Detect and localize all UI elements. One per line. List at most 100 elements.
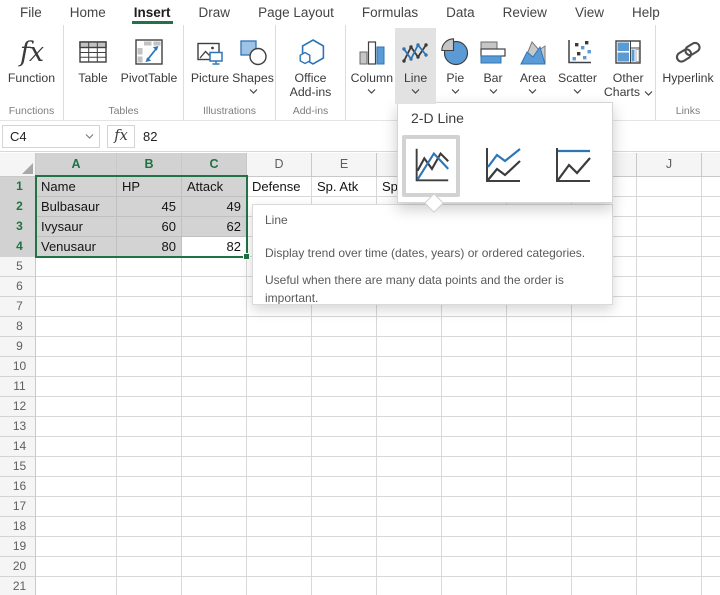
cell-I19[interactable] bbox=[572, 537, 637, 557]
line-option-selected[interactable] bbox=[402, 135, 460, 197]
cell-D8[interactable] bbox=[247, 317, 312, 337]
cell-A10[interactable] bbox=[36, 357, 117, 377]
row-header-14[interactable]: 14 bbox=[0, 437, 36, 457]
cell-A20[interactable] bbox=[36, 557, 117, 577]
cell-G9[interactable] bbox=[442, 337, 507, 357]
cell-H12[interactable] bbox=[507, 397, 572, 417]
select-all-button[interactable] bbox=[0, 153, 36, 177]
cell-H16[interactable] bbox=[507, 477, 572, 497]
tab-view[interactable]: View bbox=[561, 0, 618, 25]
tab-formulas[interactable]: Formulas bbox=[348, 0, 432, 25]
cell-D9[interactable] bbox=[247, 337, 312, 357]
row-header-7[interactable]: 7 bbox=[0, 297, 36, 317]
cell-partial[interactable] bbox=[702, 537, 720, 557]
cell-J15[interactable] bbox=[637, 457, 702, 477]
cell-F18[interactable] bbox=[377, 517, 442, 537]
cell-H8[interactable] bbox=[507, 317, 572, 337]
cell-partial[interactable] bbox=[702, 217, 720, 237]
cell-J3[interactable] bbox=[637, 217, 702, 237]
cell-C18[interactable] bbox=[182, 517, 247, 537]
cell-H11[interactable] bbox=[507, 377, 572, 397]
cell-G8[interactable] bbox=[442, 317, 507, 337]
cell-B13[interactable] bbox=[117, 417, 182, 437]
cell-G15[interactable] bbox=[442, 457, 507, 477]
hyperlink-button[interactable]: Hyperlink bbox=[658, 28, 718, 103]
cell-A2[interactable]: Bulbasaur bbox=[36, 197, 117, 217]
row-header-21[interactable]: 21 bbox=[0, 577, 36, 595]
cell-B19[interactable] bbox=[117, 537, 182, 557]
cell-D16[interactable] bbox=[247, 477, 312, 497]
cell-A19[interactable] bbox=[36, 537, 117, 557]
cell-F10[interactable] bbox=[377, 357, 442, 377]
cell-I9[interactable] bbox=[572, 337, 637, 357]
row-header-11[interactable]: 11 bbox=[0, 377, 36, 397]
cell-partial[interactable] bbox=[702, 377, 720, 397]
cell-F9[interactable] bbox=[377, 337, 442, 357]
cell-C10[interactable] bbox=[182, 357, 247, 377]
tab-help[interactable]: Help bbox=[618, 0, 674, 25]
cell-H20[interactable] bbox=[507, 557, 572, 577]
row-header-18[interactable]: 18 bbox=[0, 517, 36, 537]
cell-partial[interactable] bbox=[702, 177, 720, 197]
insert-function-button[interactable]: fx bbox=[107, 125, 135, 148]
cell-C14[interactable] bbox=[182, 437, 247, 457]
tab-review[interactable]: Review bbox=[489, 0, 561, 25]
cell-B20[interactable] bbox=[117, 557, 182, 577]
cell-B5[interactable] bbox=[117, 257, 182, 277]
cell-B12[interactable] bbox=[117, 397, 182, 417]
cell-H19[interactable] bbox=[507, 537, 572, 557]
cell-F20[interactable] bbox=[377, 557, 442, 577]
cell-I12[interactable] bbox=[572, 397, 637, 417]
cell-E15[interactable] bbox=[312, 457, 377, 477]
column-header-C[interactable]: C bbox=[182, 153, 247, 177]
column-header-partial[interactable] bbox=[702, 153, 720, 177]
tab-page-layout[interactable]: Page Layout bbox=[244, 0, 348, 25]
cell-J7[interactable] bbox=[637, 297, 702, 317]
cell-E1[interactable]: Sp. Atk bbox=[312, 177, 377, 197]
cell-C7[interactable] bbox=[182, 297, 247, 317]
cell-D21[interactable] bbox=[247, 577, 312, 595]
row-header-13[interactable]: 13 bbox=[0, 417, 36, 437]
cell-D10[interactable] bbox=[247, 357, 312, 377]
cell-I16[interactable] bbox=[572, 477, 637, 497]
tab-data[interactable]: Data bbox=[432, 0, 489, 25]
row-header-4[interactable]: 4 bbox=[0, 237, 36, 257]
cell-D18[interactable] bbox=[247, 517, 312, 537]
cell-D20[interactable] bbox=[247, 557, 312, 577]
cell-D19[interactable] bbox=[247, 537, 312, 557]
cell-J4[interactable] bbox=[637, 237, 702, 257]
cell-G18[interactable] bbox=[442, 517, 507, 537]
column-header-E[interactable]: E bbox=[312, 153, 377, 177]
cell-C11[interactable] bbox=[182, 377, 247, 397]
cell-A1[interactable]: Name bbox=[36, 177, 117, 197]
cell-G10[interactable] bbox=[442, 357, 507, 377]
cell-F21[interactable] bbox=[377, 577, 442, 595]
cell-B17[interactable] bbox=[117, 497, 182, 517]
cell-B8[interactable] bbox=[117, 317, 182, 337]
cell-C16[interactable] bbox=[182, 477, 247, 497]
cell-B15[interactable] bbox=[117, 457, 182, 477]
row-header-8[interactable]: 8 bbox=[0, 317, 36, 337]
cell-H21[interactable] bbox=[507, 577, 572, 595]
cell-partial[interactable] bbox=[702, 457, 720, 477]
row-header-20[interactable]: 20 bbox=[0, 557, 36, 577]
cell-A4[interactable]: Venusaur bbox=[36, 237, 117, 257]
cell-G17[interactable] bbox=[442, 497, 507, 517]
cell-J13[interactable] bbox=[637, 417, 702, 437]
cell-C2[interactable]: 49 bbox=[182, 197, 247, 217]
cell-J11[interactable] bbox=[637, 377, 702, 397]
column-header-B[interactable]: B bbox=[117, 153, 182, 177]
row-header-5[interactable]: 5 bbox=[0, 257, 36, 277]
cell-partial[interactable] bbox=[702, 237, 720, 257]
cell-B4[interactable]: 80 bbox=[117, 237, 182, 257]
cell-C20[interactable] bbox=[182, 557, 247, 577]
column-header-J[interactable]: J bbox=[637, 153, 702, 177]
cell-F15[interactable] bbox=[377, 457, 442, 477]
cell-B14[interactable] bbox=[117, 437, 182, 457]
cell-F12[interactable] bbox=[377, 397, 442, 417]
cell-E16[interactable] bbox=[312, 477, 377, 497]
row-header-15[interactable]: 15 bbox=[0, 457, 36, 477]
row-header-16[interactable]: 16 bbox=[0, 477, 36, 497]
cell-partial[interactable] bbox=[702, 477, 720, 497]
row-header-17[interactable]: 17 bbox=[0, 497, 36, 517]
